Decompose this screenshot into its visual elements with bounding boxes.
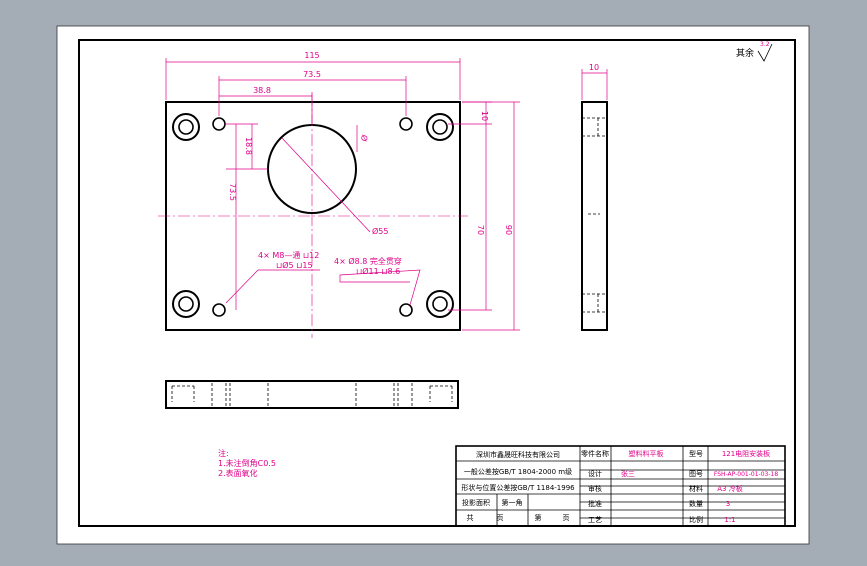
tb-material-value: A3 冷板: [717, 484, 742, 493]
tb-check: 审核: [588, 484, 602, 493]
svg-text:其余: 其余: [736, 47, 754, 59]
hole-note-b-1: 4× Ø8.8 完全贯穿: [334, 256, 402, 266]
dim-115: 115: [304, 51, 319, 60]
tb-process: 工艺: [588, 516, 602, 524]
tb-drawing-no-value: FSH-AP-001-01-03-18: [714, 471, 778, 478]
tb-scale: 比例: [689, 515, 703, 524]
tb-quantity: 数量: [689, 499, 703, 508]
svg-text:1.未注倒角C0.5: 1.未注倒角C0.5: [218, 458, 276, 468]
drawing-sheet: [56, 25, 810, 545]
hole-note-b-2: ⊔Ø11 ⊔8.6: [356, 266, 400, 276]
dim-90: 90: [504, 225, 513, 235]
tb-std2: 形状与位置公差按GB/T 1184-1996: [461, 483, 575, 492]
tb-scale-value: 1:1: [724, 516, 735, 524]
tb-drawing-no-label: 图号: [689, 470, 703, 478]
tb-total: 共: [467, 513, 474, 522]
tb-approve: 批准: [588, 499, 602, 508]
dim-73-5-left: 73.5: [228, 183, 237, 201]
drawing-viewport: 115 73.5 38.8 10 70 90 73.5 18.8 Ø Ø55 4…: [0, 0, 867, 562]
tb-page: 页: [497, 514, 504, 522]
tb-design-value: 张三: [621, 469, 635, 478]
tb-seq: 第: [535, 513, 542, 522]
tb-std1: 一般公差按GB/T 1804-2000 m级: [464, 467, 572, 476]
tb-proj-val: 第一角: [502, 498, 523, 507]
dim-10-right: 10: [480, 111, 489, 121]
hole-note-a-2: ⊔Ø5 ⊔15: [276, 260, 313, 270]
dim-73-5-top: 73.5: [303, 70, 321, 79]
tb-design: 设计: [588, 469, 602, 478]
engineering-drawing: 115 73.5 38.8 10 70 90 73.5 18.8 Ø Ø55 4…: [56, 25, 810, 545]
dim-38-8: 38.8: [253, 86, 271, 95]
svg-text:2.表面氧化: 2.表面氧化: [218, 468, 258, 478]
dim-70: 70: [476, 225, 485, 235]
dim-hole-55: Ø55: [372, 226, 388, 236]
svg-text:注:: 注:: [218, 448, 229, 458]
tb-part-name-value: 塑料料平板: [629, 449, 664, 458]
tb-company: 深圳市鑫晟旺科技有限公司: [476, 450, 560, 459]
tb-model-value: 121电阻安装板: [722, 449, 770, 458]
tb-proj-label: 投影面积: [462, 498, 490, 507]
svg-text:3.2: 3.2: [760, 41, 770, 48]
tb-quantity-value: 3: [726, 500, 730, 508]
tb-page2: 页: [563, 514, 570, 522]
tb-part-name-label: 零件名称: [581, 449, 609, 458]
dim-18-8: 18.8: [244, 137, 253, 155]
dim-side-10: 10: [589, 63, 599, 72]
tb-material: 材料: [689, 484, 703, 493]
hole-note-a-1: 4× M8—通 ⊔12: [258, 250, 319, 260]
tb-model-label: 型号: [689, 449, 703, 458]
